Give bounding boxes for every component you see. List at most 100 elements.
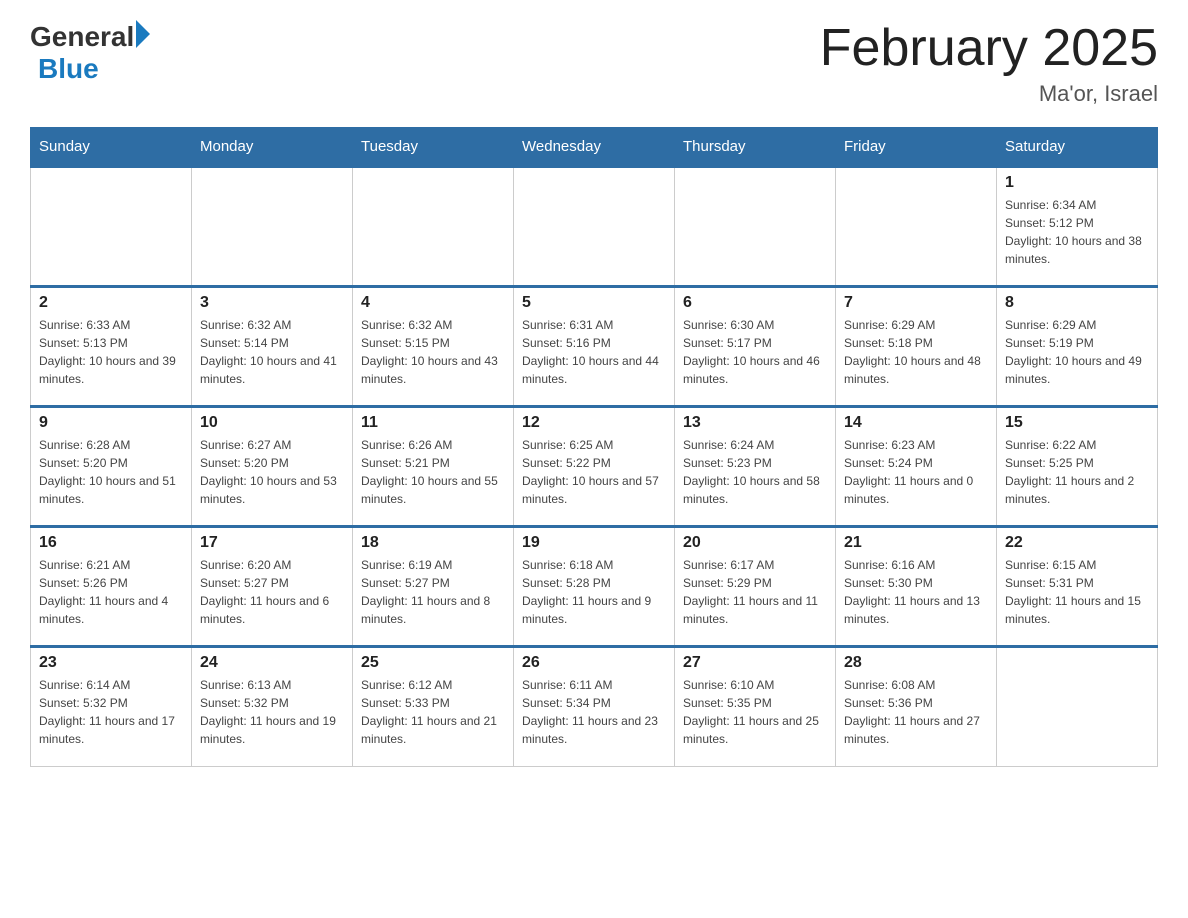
calendar-cell bbox=[675, 167, 836, 287]
calendar-cell bbox=[31, 167, 192, 287]
header-day-tuesday: Tuesday bbox=[353, 128, 514, 167]
header-day-monday: Monday bbox=[192, 128, 353, 167]
day-info: Sunrise: 6:30 AM Sunset: 5:17 PM Dayligh… bbox=[683, 316, 827, 388]
day-info: Sunrise: 6:32 AM Sunset: 5:15 PM Dayligh… bbox=[361, 316, 505, 388]
calendar-title: February 2025 bbox=[820, 20, 1158, 77]
calendar-cell bbox=[353, 167, 514, 287]
calendar-week-1: 2 Sunrise: 6:33 AM Sunset: 5:13 PM Daylig… bbox=[31, 287, 1158, 407]
day-info: Sunrise: 6:27 AM Sunset: 5:20 PM Dayligh… bbox=[200, 436, 344, 508]
calendar-cell: 25 Sunrise: 6:12 AM Sunset: 5:33 PM Dayli… bbox=[353, 647, 514, 767]
day-number: 12 bbox=[522, 414, 666, 432]
calendar-cell: 15 Sunrise: 6:22 AM Sunset: 5:25 PM Dayli… bbox=[997, 407, 1158, 527]
day-number: 4 bbox=[361, 294, 505, 312]
logo-general-text: General bbox=[30, 22, 134, 53]
header-day-wednesday: Wednesday bbox=[514, 128, 675, 167]
day-info: Sunrise: 6:20 AM Sunset: 5:27 PM Dayligh… bbox=[200, 556, 344, 628]
day-number: 19 bbox=[522, 534, 666, 552]
calendar-week-0: 1 Sunrise: 6:34 AM Sunset: 5:12 PM Daylig… bbox=[31, 167, 1158, 287]
day-number: 21 bbox=[844, 534, 988, 552]
calendar-cell: 28 Sunrise: 6:08 AM Sunset: 5:36 PM Dayli… bbox=[836, 647, 997, 767]
calendar-cell: 27 Sunrise: 6:10 AM Sunset: 5:35 PM Dayli… bbox=[675, 647, 836, 767]
day-number: 17 bbox=[200, 534, 344, 552]
day-number: 1 bbox=[1005, 174, 1149, 192]
day-info: Sunrise: 6:24 AM Sunset: 5:23 PM Dayligh… bbox=[683, 436, 827, 508]
day-info: Sunrise: 6:21 AM Sunset: 5:26 PM Dayligh… bbox=[39, 556, 183, 628]
day-info: Sunrise: 6:14 AM Sunset: 5:32 PM Dayligh… bbox=[39, 676, 183, 748]
calendar-cell: 18 Sunrise: 6:19 AM Sunset: 5:27 PM Dayli… bbox=[353, 527, 514, 647]
calendar-header: SundayMondayTuesdayWednesdayThursdayFrid… bbox=[31, 128, 1158, 167]
header-day-saturday: Saturday bbox=[997, 128, 1158, 167]
day-info: Sunrise: 6:34 AM Sunset: 5:12 PM Dayligh… bbox=[1005, 196, 1149, 268]
calendar-cell: 13 Sunrise: 6:24 AM Sunset: 5:23 PM Dayli… bbox=[675, 407, 836, 527]
calendar-week-4: 23Sunrise: 6:14 AM Sunset: 5:32 PM Dayli… bbox=[31, 647, 1158, 767]
day-info: Sunrise: 6:28 AM Sunset: 5:20 PM Dayligh… bbox=[39, 436, 183, 508]
day-info: Sunrise: 6:10 AM Sunset: 5:35 PM Dayligh… bbox=[683, 676, 827, 748]
calendar-cell: 9 Sunrise: 6:28 AM Sunset: 5:20 PM Daylig… bbox=[31, 407, 192, 527]
day-info: Sunrise: 6:22 AM Sunset: 5:25 PM Dayligh… bbox=[1005, 436, 1149, 508]
day-number: 2 bbox=[39, 294, 183, 312]
day-info: Sunrise: 6:31 AM Sunset: 5:16 PM Dayligh… bbox=[522, 316, 666, 388]
day-info: Sunrise: 6:19 AM Sunset: 5:27 PM Dayligh… bbox=[361, 556, 505, 628]
location-subtitle: Ma'or, Israel bbox=[820, 81, 1158, 107]
day-info: Sunrise: 6:12 AM Sunset: 5:33 PM Dayligh… bbox=[361, 676, 505, 748]
day-number: 28 bbox=[844, 654, 988, 672]
calendar-cell bbox=[836, 167, 997, 287]
day-number: 11 bbox=[361, 414, 505, 432]
day-number: 14 bbox=[844, 414, 988, 432]
calendar-week-2: 9 Sunrise: 6:28 AM Sunset: 5:20 PM Daylig… bbox=[31, 407, 1158, 527]
logo-triangle-icon bbox=[136, 20, 150, 48]
calendar-cell: 17 Sunrise: 6:20 AM Sunset: 5:27 PM Dayli… bbox=[192, 527, 353, 647]
calendar-cell: 14Sunrise: 6:23 AM Sunset: 5:24 PM Dayli… bbox=[836, 407, 997, 527]
calendar-cell: 22Sunrise: 6:15 AM Sunset: 5:31 PM Dayli… bbox=[997, 527, 1158, 647]
day-number: 22 bbox=[1005, 534, 1149, 552]
day-number: 7 bbox=[844, 294, 988, 312]
calendar-table: SundayMondayTuesdayWednesdayThursdayFrid… bbox=[30, 127, 1158, 767]
day-number: 5 bbox=[522, 294, 666, 312]
day-number: 16 bbox=[39, 534, 183, 552]
calendar-cell bbox=[192, 167, 353, 287]
day-number: 26 bbox=[522, 654, 666, 672]
day-info: Sunrise: 6:11 AM Sunset: 5:34 PM Dayligh… bbox=[522, 676, 666, 748]
calendar-cell: 19 Sunrise: 6:18 AM Sunset: 5:28 PM Dayli… bbox=[514, 527, 675, 647]
calendar-cell: 20 Sunrise: 6:17 AM Sunset: 5:29 PM Dayli… bbox=[675, 527, 836, 647]
title-block: February 2025 Ma'or, Israel bbox=[820, 20, 1158, 107]
calendar-cell: 1 Sunrise: 6:34 AM Sunset: 5:12 PM Daylig… bbox=[997, 167, 1158, 287]
day-info: Sunrise: 6:33 AM Sunset: 5:13 PM Dayligh… bbox=[39, 316, 183, 388]
day-number: 27 bbox=[683, 654, 827, 672]
calendar-cell: 2 Sunrise: 6:33 AM Sunset: 5:13 PM Daylig… bbox=[31, 287, 192, 407]
day-number: 18 bbox=[361, 534, 505, 552]
calendar-cell: 21 Sunrise: 6:16 AM Sunset: 5:30 PM Dayli… bbox=[836, 527, 997, 647]
day-info: Sunrise: 6:08 AM Sunset: 5:36 PM Dayligh… bbox=[844, 676, 988, 748]
logo: General Blue bbox=[30, 20, 150, 85]
header-day-thursday: Thursday bbox=[675, 128, 836, 167]
header-day-sunday: Sunday bbox=[31, 128, 192, 167]
calendar-cell: 3 Sunrise: 6:32 AM Sunset: 5:14 PM Daylig… bbox=[192, 287, 353, 407]
day-info: Sunrise: 6:18 AM Sunset: 5:28 PM Dayligh… bbox=[522, 556, 666, 628]
day-info: Sunrise: 6:17 AM Sunset: 5:29 PM Dayligh… bbox=[683, 556, 827, 628]
calendar-cell: 11Sunrise: 6:26 AM Sunset: 5:21 PM Dayli… bbox=[353, 407, 514, 527]
calendar-cell bbox=[997, 647, 1158, 767]
day-number: 9 bbox=[39, 414, 183, 432]
calendar-cell: 23Sunrise: 6:14 AM Sunset: 5:32 PM Dayli… bbox=[31, 647, 192, 767]
day-info: Sunrise: 6:32 AM Sunset: 5:14 PM Dayligh… bbox=[200, 316, 344, 388]
calendar-cell: 10 Sunrise: 6:27 AM Sunset: 5:20 PM Dayli… bbox=[192, 407, 353, 527]
calendar-cell: 4 Sunrise: 6:32 AM Sunset: 5:15 PM Daylig… bbox=[353, 287, 514, 407]
page-header: General Blue February 2025 Ma'or, Israel bbox=[30, 20, 1158, 107]
day-number: 3 bbox=[200, 294, 344, 312]
calendar-cell: 8Sunrise: 6:29 AM Sunset: 5:19 PM Daylig… bbox=[997, 287, 1158, 407]
day-info: Sunrise: 6:29 AM Sunset: 5:18 PM Dayligh… bbox=[844, 316, 988, 388]
calendar-cell: 26 Sunrise: 6:11 AM Sunset: 5:34 PM Dayli… bbox=[514, 647, 675, 767]
calendar-cell: 12Sunrise: 6:25 AM Sunset: 5:22 PM Dayli… bbox=[514, 407, 675, 527]
day-number: 10 bbox=[200, 414, 344, 432]
header-row: SundayMondayTuesdayWednesdayThursdayFrid… bbox=[31, 128, 1158, 167]
day-number: 24 bbox=[200, 654, 344, 672]
day-number: 25 bbox=[361, 654, 505, 672]
day-number: 13 bbox=[683, 414, 827, 432]
day-info: Sunrise: 6:16 AM Sunset: 5:30 PM Dayligh… bbox=[844, 556, 988, 628]
day-number: 15 bbox=[1005, 414, 1149, 432]
logo-blue-text: Blue bbox=[38, 54, 150, 85]
calendar-cell: 24Sunrise: 6:13 AM Sunset: 5:32 PM Dayli… bbox=[192, 647, 353, 767]
header-day-friday: Friday bbox=[836, 128, 997, 167]
calendar-cell: 6Sunrise: 6:30 AM Sunset: 5:17 PM Daylig… bbox=[675, 287, 836, 407]
day-number: 20 bbox=[683, 534, 827, 552]
